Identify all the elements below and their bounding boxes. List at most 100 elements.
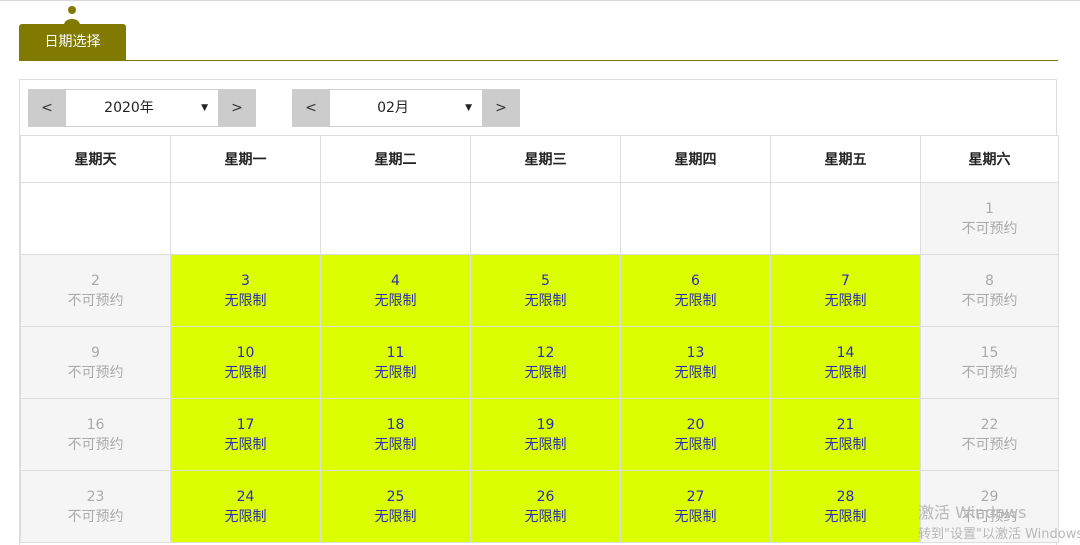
day-number: 26 — [536, 488, 555, 505]
day-number: 20 — [686, 416, 705, 433]
calendar-day-cell[interactable]: 12 无限制 — [470, 326, 621, 399]
chevron-down-icon: ▼ — [465, 103, 472, 113]
day-status: 不可预约 — [961, 292, 1018, 309]
day-number: 23 — [86, 488, 105, 505]
day-status: 无限制 — [824, 292, 867, 309]
calendar-cell-empty — [770, 182, 921, 255]
calendar-day-cell[interactable]: 26 无限制 — [470, 470, 621, 543]
person-icon — [64, 6, 80, 25]
day-status: 无限制 — [824, 508, 867, 525]
calendar-day-cell: 15 不可预约 — [920, 326, 1059, 399]
calendar-day-cell[interactable]: 25 无限制 — [320, 470, 471, 543]
year-select-value: 2020年 — [104, 100, 154, 116]
day-status: 无限制 — [674, 364, 717, 381]
day-number: 21 — [836, 416, 855, 433]
calendar-day-cell[interactable]: 4 无限制 — [320, 254, 471, 327]
calendar-day-cell[interactable]: 18 无限制 — [320, 398, 471, 471]
day-status: 无限制 — [524, 508, 567, 525]
day-number: 9 — [91, 344, 100, 361]
day-number: 27 — [686, 488, 705, 505]
weekday-header-row: 星期天 星期一 星期二 星期三 星期四 星期五 星期六 — [20, 135, 1059, 183]
calendar-day-cell[interactable]: 19 无限制 — [470, 398, 621, 471]
tab-date-select[interactable]: 日期选择 — [19, 24, 126, 60]
day-number: 25 — [386, 488, 405, 505]
day-status: 无限制 — [674, 436, 717, 453]
calendar-cell-empty — [620, 182, 771, 255]
week-row: 9 不可预约 10 无限制 11 无限制 12 无限制 13 无限制 14 无限制 15 不可预约 — [20, 326, 1059, 399]
week-row: 16 不可预约 17 无限制 18 无限制 19 无限制 20 无限制 21 无限制 22 不可预约 — [20, 398, 1059, 471]
day-number: 16 — [86, 416, 105, 433]
day-status: 无限制 — [374, 292, 417, 309]
calendar-day-cell[interactable]: 6 无限制 — [620, 254, 771, 327]
day-status: 无限制 — [224, 292, 267, 309]
day-status: 不可预约 — [67, 508, 124, 525]
day-number: 19 — [536, 416, 555, 433]
day-status: 不可预约 — [961, 364, 1018, 381]
calendar-day-cell[interactable]: 13 无限制 — [620, 326, 771, 399]
day-number: 4 — [391, 272, 400, 289]
month-select[interactable]: 02月 ▼ — [330, 89, 482, 127]
calendar-day-cell[interactable]: 27 无限制 — [620, 470, 771, 543]
calendar-day-cell: 23 不可预约 — [20, 470, 171, 543]
day-status: 无限制 — [374, 364, 417, 381]
day-number: 15 — [980, 344, 999, 361]
day-status: 不可预约 — [961, 436, 1018, 453]
day-number: 2 — [91, 272, 100, 289]
day-number: 1 — [985, 200, 994, 217]
calendar-day-cell[interactable]: 5 无限制 — [470, 254, 621, 327]
day-number: 22 — [980, 416, 999, 433]
calendar-day-cell[interactable]: 11 无限制 — [320, 326, 471, 399]
weekday-friday: 星期五 — [770, 135, 921, 183]
day-status: 无限制 — [374, 508, 417, 525]
month-select-value: 02月 — [377, 100, 409, 116]
day-number: 14 — [836, 344, 855, 361]
day-number: 6 — [691, 272, 700, 289]
calendar-day-cell[interactable]: 28 无限制 — [770, 470, 921, 543]
calendar-body: 1 不可预约 2 不可预约 3 无限制 4 无限制 5 无限制 6 无限制 7 无限制 8 不可预约 9 不可预约… — [20, 182, 1059, 543]
calendar-day-cell: 2 不可预约 — [20, 254, 171, 327]
day-status: 无限制 — [524, 292, 567, 309]
calendar-day-cell: 1 不可预约 — [920, 182, 1059, 255]
day-status: 不可预约 — [67, 436, 124, 453]
day-number: 18 — [386, 416, 405, 433]
prev-year-button[interactable]: < — [28, 89, 66, 127]
day-status: 不可预约 — [67, 292, 124, 309]
calendar-day-cell: 9 不可预约 — [20, 326, 171, 399]
day-status: 不可预约 — [67, 364, 124, 381]
day-number: 11 — [386, 344, 405, 361]
day-number: 8 — [985, 272, 994, 289]
calendar-day-cell: 22 不可预约 — [920, 398, 1059, 471]
calendar-day-cell[interactable]: 7 无限制 — [770, 254, 921, 327]
day-number: 13 — [686, 344, 705, 361]
calendar-grid: 星期天 星期一 星期二 星期三 星期四 星期五 星期六 1 不可预约 2 不可预约 3 无… — [20, 135, 1059, 543]
calendar-cell-empty — [20, 182, 171, 255]
calendar-day-cell[interactable]: 21 无限制 — [770, 398, 921, 471]
calendar-day-cell[interactable]: 3 无限制 — [170, 254, 321, 327]
week-row: 1 不可预约 — [20, 182, 1059, 255]
day-status: 不可预约 — [961, 508, 1018, 525]
weekday-monday: 星期一 — [170, 135, 321, 183]
day-number: 12 — [536, 344, 555, 361]
calendar-day-cell[interactable]: 17 无限制 — [170, 398, 321, 471]
next-year-button[interactable]: > — [218, 89, 256, 127]
calendar-cell-empty — [320, 182, 471, 255]
day-number: 5 — [541, 272, 550, 289]
calendar-day-cell[interactable]: 14 无限制 — [770, 326, 921, 399]
page: 日期选择 < 2020年 ▼ > < 02月 ▼ > 星期天 星期一 星期二 星… — [0, 0, 1080, 545]
calendar-day-cell: 16 不可预约 — [20, 398, 171, 471]
calendar-day-cell[interactable]: 24 无限制 — [170, 470, 321, 543]
top-divider — [0, 0, 1080, 1]
day-status: 无限制 — [524, 364, 567, 381]
weekday-wednesday: 星期三 — [470, 135, 621, 183]
next-month-button[interactable]: > — [482, 89, 520, 127]
calendar-day-cell[interactable]: 10 无限制 — [170, 326, 321, 399]
day-status: 无限制 — [374, 436, 417, 453]
year-select[interactable]: 2020年 ▼ — [66, 89, 218, 127]
day-status: 无限制 — [224, 364, 267, 381]
weekday-saturday: 星期六 — [920, 135, 1059, 183]
chevron-down-icon: ▼ — [201, 103, 208, 113]
day-number: 28 — [836, 488, 855, 505]
calendar-day-cell[interactable]: 20 无限制 — [620, 398, 771, 471]
day-status: 无限制 — [674, 292, 717, 309]
prev-month-button[interactable]: < — [292, 89, 330, 127]
